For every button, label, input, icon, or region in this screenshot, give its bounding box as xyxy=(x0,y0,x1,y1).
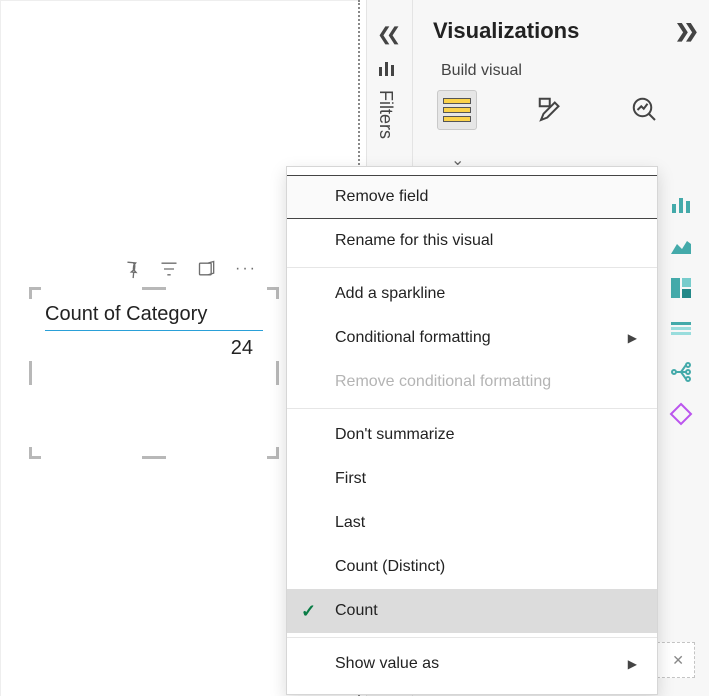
menu-item-label: Add a sparkline xyxy=(335,285,445,303)
resize-handle-tr[interactable] xyxy=(267,287,279,299)
checkmark-icon: ✓ xyxy=(301,601,316,622)
remove-field-icon[interactable]: ✕ xyxy=(672,652,684,669)
menu-item[interactable]: Add a sparkline xyxy=(287,272,657,316)
build-visual-tab[interactable] xyxy=(437,90,477,130)
visualizations-header: Visualizations ❯❯ xyxy=(413,0,709,44)
card-visual[interactable]: Count of Category 24 xyxy=(35,293,273,453)
resize-handle-tl[interactable] xyxy=(29,287,41,299)
resize-handle-b[interactable] xyxy=(142,456,166,459)
visual-toolbar: ··· xyxy=(121,259,257,279)
menu-item-label: Count xyxy=(335,602,378,620)
visualizations-title: Visualizations xyxy=(433,18,579,44)
collapse-visualizations-icon[interactable]: ❯❯ xyxy=(675,21,693,42)
filters-pane-label: Filters xyxy=(375,90,396,139)
pin-icon[interactable] xyxy=(121,259,141,279)
menu-item-label: Show value as xyxy=(335,655,439,673)
focus-mode-icon[interactable] xyxy=(197,259,217,279)
menu-item-label: Count (Distinct) xyxy=(335,558,445,576)
menu-item-label: Remove field xyxy=(335,188,428,206)
resize-handle-br[interactable] xyxy=(267,447,279,459)
more-options-icon[interactable]: ··· xyxy=(235,260,257,278)
menu-item-label: Conditional formatting xyxy=(335,329,491,347)
expand-filters-icon[interactable]: ❮❮ xyxy=(377,24,395,45)
resize-handle-t[interactable] xyxy=(142,287,166,290)
menu-item-label: Rename for this visual xyxy=(335,232,493,250)
menu-item-label: Don't summarize xyxy=(335,426,455,444)
resize-handle-r[interactable] xyxy=(276,361,279,385)
menu-item[interactable]: ✓ Count xyxy=(287,589,657,633)
menu-item[interactable]: Last xyxy=(287,501,657,545)
menu-item[interactable]: Conditional formatting ▶ xyxy=(287,316,657,360)
menu-item-label: Last xyxy=(335,514,365,532)
menu-item[interactable]: Show value as ▶ xyxy=(287,642,657,686)
menu-separator xyxy=(287,408,657,409)
menu-item: Remove conditional formatting xyxy=(287,360,657,404)
build-visual-label: Build visual xyxy=(413,44,709,80)
menu-separator xyxy=(287,267,657,268)
filters-glyph-icon xyxy=(379,62,397,79)
resize-handle-bl[interactable] xyxy=(29,447,41,459)
menu-item-label: First xyxy=(335,470,366,488)
menu-item-label: Remove conditional formatting xyxy=(335,373,551,391)
menu-item[interactable]: Rename for this visual xyxy=(287,219,657,263)
analytics-tab[interactable] xyxy=(625,90,665,130)
decomposition-tree-icon[interactable] xyxy=(669,360,693,384)
menu-item[interactable]: Don't summarize xyxy=(287,413,657,457)
card-value: 24 xyxy=(35,331,273,360)
area-chart-icon[interactable] xyxy=(669,234,693,258)
submenu-arrow-icon: ▶ xyxy=(628,331,637,345)
format-visual-tab[interactable] xyxy=(531,90,571,130)
field-context-menu: Remove field Rename for this visual Add a … xyxy=(286,166,658,695)
submenu-arrow-icon: ▶ xyxy=(628,657,637,671)
resize-handle-l[interactable] xyxy=(29,361,32,385)
filter-icon[interactable] xyxy=(159,259,179,279)
column-chart-icon[interactable] xyxy=(669,192,693,216)
menu-separator xyxy=(287,637,657,638)
menu-item[interactable]: Count (Distinct) xyxy=(287,545,657,589)
diamond-icon[interactable] xyxy=(669,402,693,426)
card-title: Count of Category xyxy=(35,293,273,330)
table-visual-icon xyxy=(443,98,471,122)
visual-gallery-strip xyxy=(669,192,697,426)
menu-item[interactable]: Remove field xyxy=(287,175,657,219)
treemap-icon[interactable] xyxy=(669,276,693,300)
menu-item[interactable]: First xyxy=(287,457,657,501)
table-icon[interactable] xyxy=(669,318,693,342)
